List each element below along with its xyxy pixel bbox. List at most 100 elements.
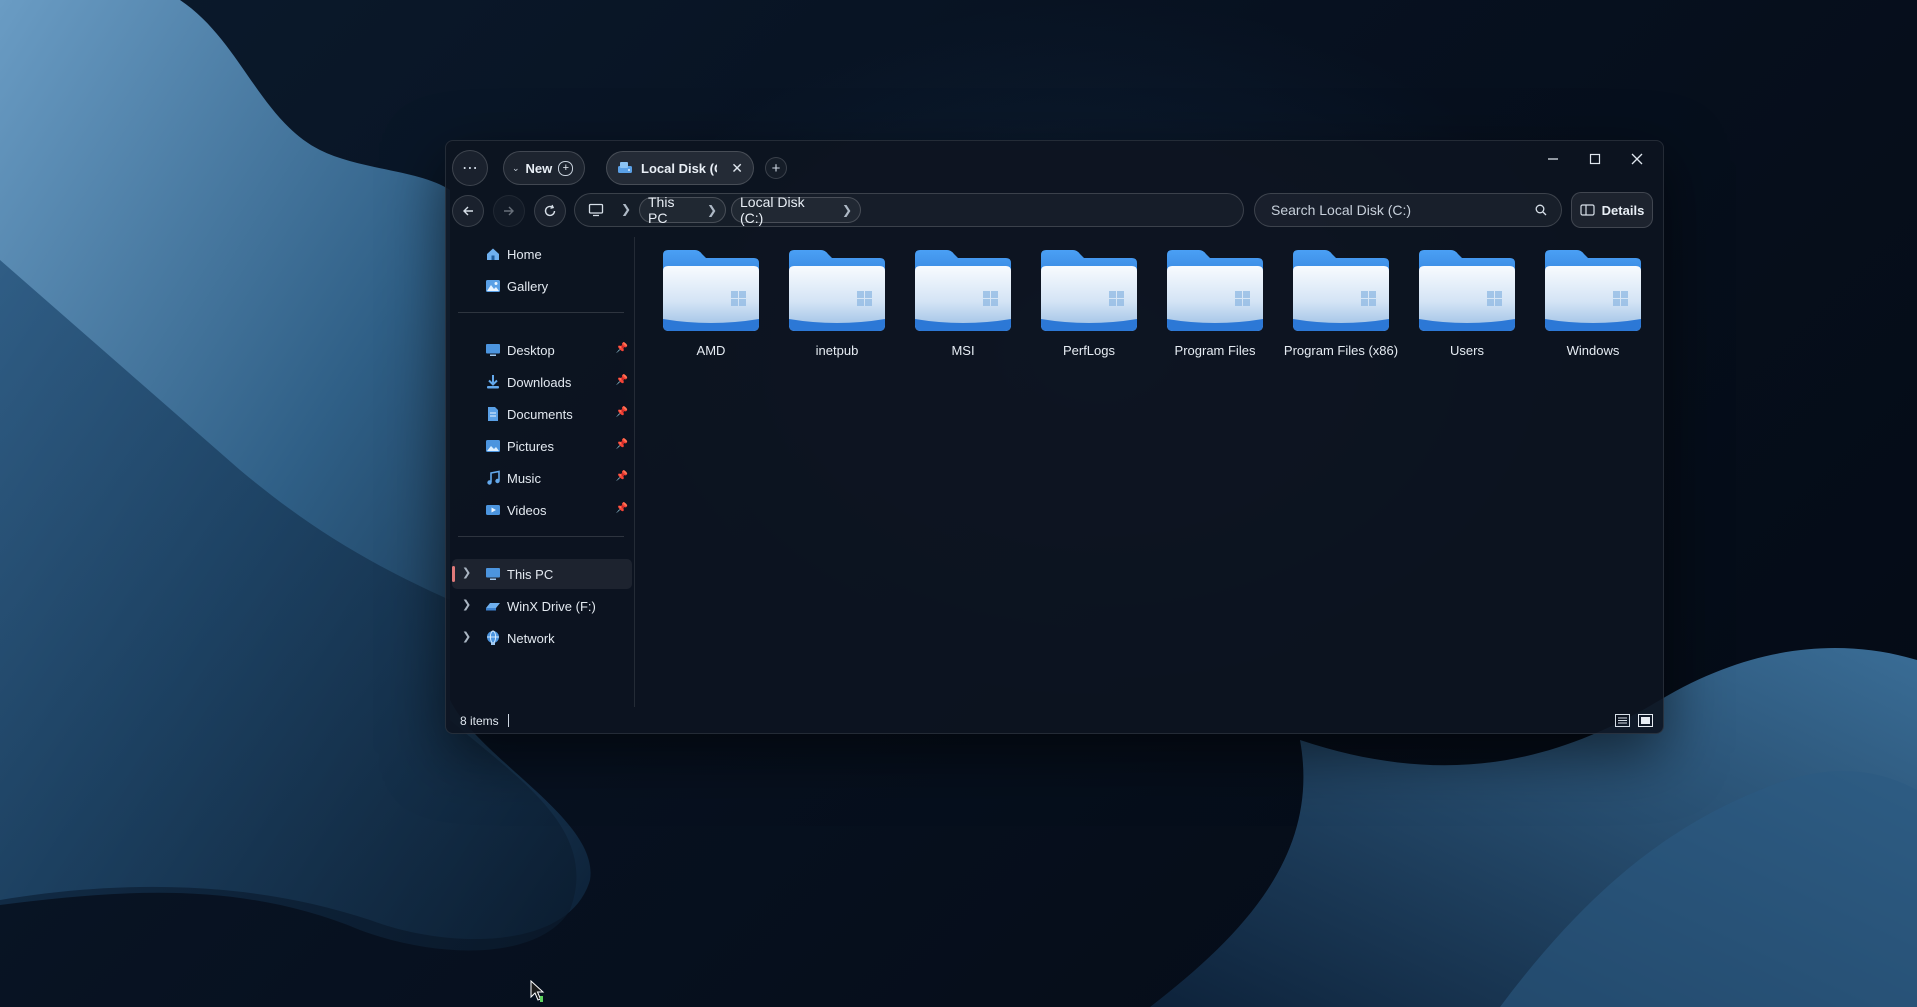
large-icons-view-button[interactable] <box>1637 713 1653 727</box>
sidebar-item-winx-drive[interactable]: ❯ WinX Drive (F:) <box>452 591 632 621</box>
gallery-icon <box>486 280 500 292</box>
mouse-cursor-icon <box>530 980 545 1002</box>
details-view-button[interactable] <box>1614 713 1630 727</box>
folder-item[interactable]: inetpub <box>777 245 897 363</box>
folder-name: Users <box>1450 343 1484 358</box>
breadcrumb-separator-icon[interactable]: ❯ <box>621 202 631 216</box>
sidebar-item-network[interactable]: ❯ Network <box>452 623 632 653</box>
back-button[interactable] <box>452 195 484 227</box>
folder-name: inetpub <box>815 343 859 358</box>
search-icon[interactable] <box>1535 204 1547 216</box>
address-bar[interactable]: ❯ This PC ❯ Local Disk (C:) ❯ <box>574 193 1244 227</box>
close-button[interactable] <box>1618 145 1656 173</box>
close-tab-icon[interactable]: ✕ <box>731 160 743 177</box>
details-pane-button[interactable]: Details <box>1571 192 1653 228</box>
this-pc-icon <box>486 568 500 580</box>
title-bar: ⋯ ⌄ New + Local Disk (C: ✕ + <box>446 141 1663 193</box>
close-icon <box>1631 153 1643 165</box>
search-input[interactable] <box>1269 201 1523 219</box>
details-pane-icon <box>1580 204 1595 216</box>
folder-icon <box>1041 250 1137 331</box>
folder-icon <box>1293 250 1389 331</box>
refresh-icon <box>544 204 556 217</box>
large-icons-view-icon <box>1637 713 1653 727</box>
folder-item[interactable]: Program Files <box>1155 245 1275 363</box>
pin-icon[interactable]: 📌 <box>616 343 628 354</box>
sidebar-item-label: Pictures <box>507 439 554 454</box>
folder-item[interactable]: Program Files (x86) <box>1281 245 1401 363</box>
download-icon <box>487 375 499 389</box>
more-options-button[interactable]: ⋯ <box>452 150 488 186</box>
details-label: Details <box>1601 202 1645 218</box>
pin-icon[interactable]: 📌 <box>616 375 628 386</box>
sidebar-item-music[interactable]: Music 📌 <box>452 463 632 493</box>
sidebar-item-gallery[interactable]: Gallery <box>452 271 632 301</box>
search-box[interactable] <box>1254 193 1562 227</box>
new-button[interactable]: ⌄ New + <box>503 151 585 185</box>
folder-icon <box>1545 250 1641 331</box>
sidebar-item-pictures[interactable]: Pictures 📌 <box>452 431 632 461</box>
folder-name: MSI <box>951 343 975 358</box>
new-tab-button[interactable]: + <box>765 157 787 179</box>
sidebar-item-label: Videos <box>507 503 547 518</box>
status-separator <box>508 714 509 727</box>
minimize-button[interactable] <box>1534 145 1572 173</box>
folder-icon <box>1419 250 1515 331</box>
folder-icon <box>915 250 1011 331</box>
folder-item[interactable]: Users <box>1407 245 1527 363</box>
pin-icon[interactable]: 📌 <box>616 503 628 514</box>
arrow-right-icon <box>504 206 514 216</box>
sidebar-item-videos[interactable]: Videos 📌 <box>452 495 632 525</box>
chevron-right-icon[interactable]: ❯ <box>462 630 471 643</box>
folder-icon <box>663 250 759 331</box>
documents-icon <box>488 407 498 421</box>
pin-icon[interactable]: 📌 <box>616 407 628 418</box>
sidebar-item-documents[interactable]: Documents 📌 <box>452 399 632 429</box>
refresh-button[interactable] <box>534 195 566 227</box>
plus-icon: + <box>771 159 781 177</box>
drive-icon <box>618 162 632 173</box>
maximize-button[interactable] <box>1576 145 1614 173</box>
sidebar-item-downloads[interactable]: Downloads 📌 <box>452 367 632 397</box>
pane-splitter[interactable] <box>634 237 635 707</box>
tab-local-disk[interactable]: Local Disk (C: ✕ <box>606 151 754 185</box>
sidebar-item-label: Network <box>507 631 555 646</box>
add-circle-icon: + <box>558 160 574 176</box>
chevron-right-icon[interactable]: ❯ <box>462 566 471 579</box>
breadcrumb-this-pc[interactable]: This PC ❯ <box>639 194 726 226</box>
sidebar-item-label: This PC <box>507 567 554 582</box>
sidebar-divider <box>458 312 624 313</box>
item-count: 8 items <box>460 714 499 728</box>
chevron-right-icon: ❯ <box>706 203 717 217</box>
pin-icon[interactable]: 📌 <box>616 471 628 482</box>
new-label: New <box>525 160 553 176</box>
pin-icon[interactable]: 📌 <box>616 439 628 450</box>
monitor-icon[interactable] <box>588 203 604 217</box>
sidebar-item-label: WinX Drive (F:) <box>507 599 596 614</box>
folder-icon <box>1167 250 1263 331</box>
sidebar-item-this-pc[interactable]: ❯ This PC <box>452 559 632 589</box>
folder-item[interactable]: MSI <box>903 245 1023 363</box>
sidebar-item-desktop[interactable]: Desktop 📌 <box>452 335 632 365</box>
sidebar-item-home[interactable]: Home <box>452 239 632 269</box>
desktop-icon <box>486 344 500 356</box>
status-bar: 8 items <box>446 707 1663 733</box>
sidebar-divider <box>458 536 624 537</box>
folder-item[interactable]: Windows <box>1533 245 1653 363</box>
chevron-right-icon: ❯ <box>841 203 852 217</box>
minimize-icon <box>1548 158 1558 160</box>
folder-item[interactable]: PerfLogs <box>1029 245 1149 363</box>
folder-icon <box>789 250 885 331</box>
file-explorer-window: ⋯ ⌄ New + Local Disk (C: ✕ + <box>445 140 1664 734</box>
folder-name: Program Files (x86) <box>1283 343 1399 358</box>
forward-button[interactable] <box>493 195 525 227</box>
folder-item[interactable]: AMD <box>651 245 771 363</box>
sidebar-item-label: Music <box>507 471 541 486</box>
breadcrumb-local-disk[interactable]: Local Disk (C:) ❯ <box>731 194 861 226</box>
details-view-icon <box>1614 713 1630 727</box>
home-icon <box>487 248 499 260</box>
tab-title: Local Disk (C: <box>641 160 717 176</box>
sidebar-item-label: Desktop <box>507 343 555 358</box>
sidebar-item-label: Home <box>507 247 542 262</box>
chevron-right-icon[interactable]: ❯ <box>462 598 471 611</box>
